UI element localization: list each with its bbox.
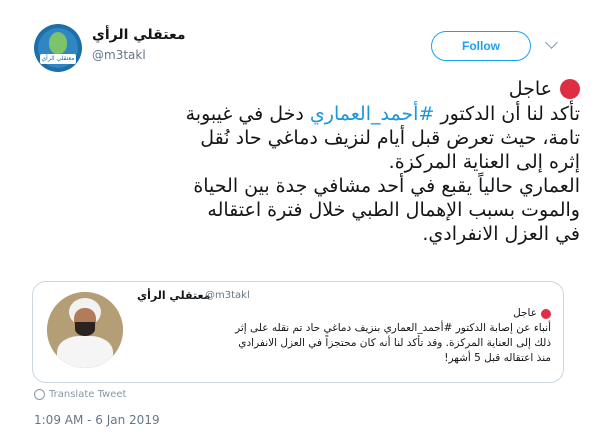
urgent-label: عاجل	[508, 78, 552, 100]
tweet-line-1: تأكد لنا أن الدكتور #أحمد_العماري دخل في…	[30, 102, 580, 126]
red-circle-icon	[541, 308, 551, 319]
account-handle[interactable]: @m3takl	[92, 48, 146, 62]
account-name[interactable]: معتقلي الرأي	[92, 27, 186, 43]
quoted-line-2: ذلك إلى العناية المركزة. وقد تأكد لنا أن…	[238, 337, 551, 349]
tweet-body: عاجل تأكد لنا أن الدكتور #أحمد_العماري د…	[30, 76, 580, 246]
tweet-text: تأكد لنا أن الدكتور #أحمد_العماري دخل في…	[30, 102, 580, 246]
quoted-tweet-text: عاجل أنباء عن إصابة الدكتور #أحمد_العمار…	[141, 306, 551, 366]
quoted-image-beard	[75, 322, 95, 336]
quoted-image[interactable]	[47, 292, 123, 368]
avatar-label: معتقلي الرأي	[41, 55, 75, 62]
avatar-logo-drop	[49, 32, 67, 54]
profile-avatar[interactable]: معتقلي الرأي	[34, 24, 82, 72]
line1-suffix: دخل في غيبوبة	[185, 103, 310, 125]
tweet-line-6: في العزل الانفرادي.	[422, 223, 580, 245]
quoted-account-name[interactable]: معتقلي الرأي	[137, 289, 210, 302]
tweet-line-5: والموت بسبب الإهمال الطبي خلال فترة اعتق…	[207, 199, 580, 221]
chevron-down-icon[interactable]	[545, 36, 558, 49]
tweet-header: معتقلي الرأي معتقلي الرأي @m3takl Follow	[0, 0, 600, 72]
quoted-account-handle[interactable]: @m3takl	[205, 290, 250, 301]
line1-prefix: تأكد لنا أن الدكتور	[434, 103, 580, 125]
avatar-band: معتقلي الرأي	[40, 54, 76, 64]
quoted-tweet[interactable]: معتقلي الرأي @m3takl عاجل أنباء عن إصابة…	[32, 281, 564, 383]
quoted-image-robe	[57, 336, 113, 368]
tweet-line-4: العماري حالياً يقبع في أحد مشافي جدة بين…	[193, 175, 580, 197]
tweet-line-2: تامة، حيث تعرض قبل أيام لنزيف دماغي حاد …	[200, 127, 580, 149]
tweet-line-3: إثره إلى العناية المركزة.	[388, 151, 580, 173]
quoted-line-3: منذ اعتقاله قبل 5 أشهر!	[444, 352, 551, 364]
globe-icon	[34, 389, 45, 400]
translate-label[interactable]: Translate Tweet	[49, 389, 126, 400]
red-circle-icon	[560, 79, 580, 99]
quoted-urgent-line: عاجل	[141, 306, 551, 321]
translate-tweet-link[interactable]: Translate Tweet	[34, 389, 126, 400]
urgent-line: عاجل	[30, 76, 580, 102]
tweet-timestamp[interactable]: 1:09 AM - 6 Jan 2019	[34, 413, 160, 427]
hashtag-link[interactable]: #أحمد_العماري	[310, 103, 434, 125]
quoted-urgent-label: عاجل	[513, 307, 537, 319]
quoted-line-1: أنباء عن إصابة الدكتور #أحمد_العماري بنز…	[235, 322, 551, 334]
follow-button[interactable]: Follow	[431, 31, 531, 61]
